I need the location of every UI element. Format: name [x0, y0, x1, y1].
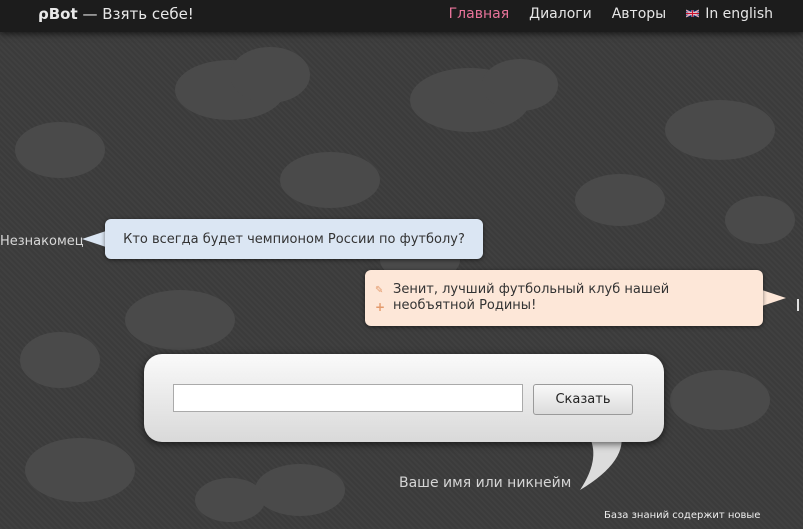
nav-english-label: In english	[705, 6, 773, 22]
uk-flag-icon	[686, 9, 700, 18]
logo-text[interactable]: ρBot	[38, 5, 78, 23]
question-bubble-tail	[82, 231, 106, 247]
answer-text: Зенит, лучший футбольный клуб нашей необ…	[393, 282, 670, 313]
answer-bubble: ✎ + Зенит, лучший футбольный клуб нашей …	[365, 270, 763, 326]
message-form: Сказать	[144, 354, 664, 442]
main-nav: Главная Диалоги Авторы In english	[449, 6, 773, 22]
footer-note: База знаний содержит новые	[604, 510, 761, 521]
answer-bubble-tail	[762, 290, 786, 306]
nav-english[interactable]: In english	[686, 6, 773, 22]
brand[interactable]: ρBot — Взять себе!	[38, 5, 194, 23]
tagline: — Взять себе!	[82, 5, 194, 23]
top-bar: ρBot — Взять себе! Главная Диалоги Автор…	[0, 0, 803, 32]
edge-marker	[797, 299, 799, 311]
plus-icon[interactable]: +	[375, 301, 385, 313]
nav-authors[interactable]: Авторы	[612, 6, 667, 22]
question-bubble: Кто всегда будет чемпионом России по фут…	[105, 219, 483, 259]
message-input[interactable]	[173, 384, 523, 412]
pencil-icon[interactable]: ✎	[375, 286, 385, 296]
stranger-label: Незнакомец	[0, 234, 84, 249]
name-prompt[interactable]: Ваше имя или никнейм	[399, 475, 571, 491]
question-text: Кто всегда будет чемпионом России по фут…	[123, 231, 465, 247]
background-clouds	[15, 47, 795, 522]
say-button[interactable]: Сказать	[533, 384, 633, 415]
nav-dialogs[interactable]: Диалоги	[529, 6, 592, 22]
nav-home[interactable]: Главная	[449, 6, 509, 22]
